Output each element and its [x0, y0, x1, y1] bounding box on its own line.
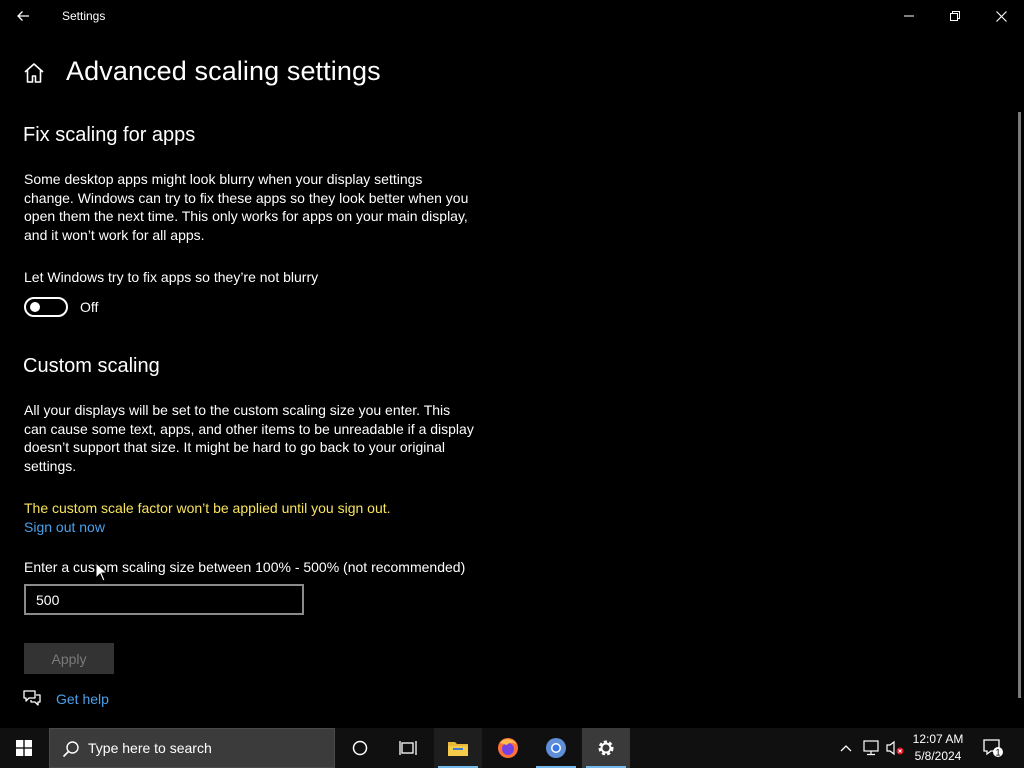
- file-explorer-taskbar-button[interactable]: [434, 728, 482, 768]
- chrome-taskbar-button[interactable]: [532, 728, 580, 768]
- restore-button[interactable]: [932, 0, 978, 32]
- custom-scaling-description: All your displays will be set to the cus…: [24, 401, 480, 475]
- fix-scaling-line-2: change. Windows can try to fix these app…: [24, 189, 469, 206]
- mouse-cursor-icon: [95, 561, 109, 582]
- custom-scaling-heading: Custom scaling: [23, 355, 160, 377]
- get-help-link[interactable]: Get help: [56, 691, 109, 707]
- folder-icon: [448, 742, 468, 756]
- search-icon: [62, 741, 79, 758]
- taskbar: Type here to search 12:07 AM 5/8/2024 1: [0, 728, 1024, 768]
- title-bar: Settings: [0, 0, 1024, 32]
- apply-button[interactable]: Apply: [24, 643, 114, 674]
- custom-scaling-line-1: All your displays will be set to the cus…: [24, 402, 451, 418]
- window-title: Settings: [62, 9, 106, 23]
- gear-icon: [598, 740, 614, 756]
- fix-scaling-line-3: open them the next time. This only works…: [24, 208, 468, 224]
- sign-out-warning: The custom scale factor won’t be applied…: [24, 500, 391, 516]
- cortana-button[interactable]: [336, 728, 384, 768]
- custom-scaling-input-label: Enter a custom scaling size between 100%…: [24, 559, 466, 575]
- toggle-state-label: Off: [80, 299, 99, 315]
- notification-icon: 1: [983, 739, 1003, 758]
- network-button[interactable]: [860, 728, 882, 768]
- minimize-icon: [904, 15, 914, 17]
- custom-scaling-input[interactable]: [24, 584, 304, 615]
- firefox-icon: [498, 738, 518, 758]
- restore-icon: [950, 11, 960, 21]
- clock-time: 12:07 AM: [912, 732, 964, 746]
- network-icon: [863, 740, 879, 756]
- fix-apps-toggle-label: Let Windows try to fix apps so they’re n…: [24, 269, 319, 285]
- windows-logo-icon: [16, 740, 32, 756]
- fix-scaling-line-4: and it won’t work for all apps.: [24, 226, 205, 243]
- settings-taskbar-button[interactable]: [582, 728, 630, 768]
- home-icon: [24, 63, 44, 83]
- action-center-button[interactable]: 1: [978, 728, 1008, 768]
- back-button[interactable]: [8, 4, 38, 28]
- minimize-button[interactable]: [886, 0, 932, 32]
- fix-scaling-line-1: Some desktop apps might look blurry when…: [24, 171, 423, 187]
- close-button[interactable]: [978, 0, 1024, 32]
- custom-scaling-line-3: doesn’t support that size. It might be h…: [24, 439, 446, 455]
- sign-out-now-link[interactable]: Sign out now: [24, 519, 105, 535]
- page-title: Advanced scaling settings: [66, 56, 381, 86]
- task-view-button[interactable]: [384, 728, 432, 768]
- custom-scaling-line-2: can cause some text, apps, and other ite…: [24, 420, 474, 437]
- fix-apps-toggle[interactable]: [24, 297, 68, 317]
- clock-date: 5/8/2024: [914, 749, 962, 763]
- close-icon: [995, 10, 1007, 22]
- taskbar-clock[interactable]: 12:07 AM 5/8/2024: [908, 731, 968, 765]
- cortana-icon: [352, 740, 368, 756]
- task-view-icon: [399, 741, 417, 755]
- fix-scaling-heading: Fix scaling for apps: [23, 124, 196, 146]
- start-button[interactable]: [0, 728, 48, 768]
- scrollbar[interactable]: [1018, 112, 1021, 698]
- notification-count: 1: [995, 748, 1000, 758]
- custom-scaling-line-4: settings.: [24, 457, 77, 474]
- toggle-knob: [30, 302, 40, 312]
- back-arrow-icon: [17, 11, 29, 21]
- chrome-icon: [546, 738, 566, 758]
- search-placeholder: Type here to search: [88, 740, 212, 756]
- volume-button[interactable]: [884, 728, 906, 768]
- fix-scaling-description: Some desktop apps might look blurry when…: [24, 170, 480, 244]
- home-button[interactable]: [22, 62, 46, 84]
- show-hidden-icons-button[interactable]: [836, 728, 856, 768]
- get-help-icon: [22, 689, 42, 707]
- firefox-taskbar-button[interactable]: [484, 728, 532, 768]
- volume-muted-icon: [886, 740, 904, 756]
- chevron-up-icon: [840, 745, 852, 752]
